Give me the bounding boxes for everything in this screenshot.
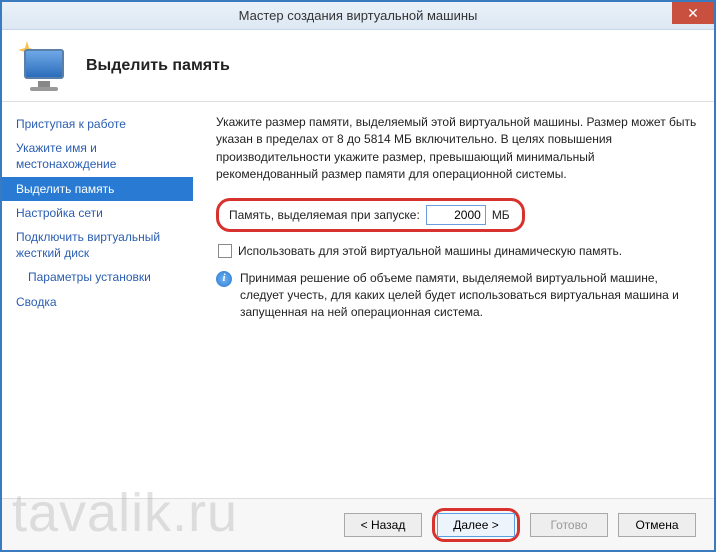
memory-input[interactable] (426, 205, 486, 225)
memory-row-highlight: Память, выделяемая при запуске: МБ (216, 198, 525, 232)
info-icon: i (216, 271, 232, 287)
dynamic-memory-row[interactable]: Использовать для этой виртуальной машины… (216, 244, 698, 258)
info-text: Принимая решение об объеме памяти, выдел… (240, 270, 698, 322)
sidebar-item-name-location[interactable]: Укажите имя и местонахождение (2, 136, 193, 176)
close-button[interactable]: ✕ (672, 2, 714, 24)
sidebar-item-assign-memory[interactable]: Выделить память (2, 177, 193, 201)
memory-unit: МБ (492, 208, 510, 222)
dynamic-memory-label: Использовать для этой виртуальной машины… (238, 244, 622, 258)
sidebar-item-installation-options[interactable]: Параметры установки (2, 265, 193, 289)
window-title: Мастер создания виртуальной машины (239, 8, 478, 23)
sidebar: Приступая к работе Укажите имя и местона… (2, 102, 194, 498)
cancel-button[interactable]: Отмена (618, 513, 696, 537)
dynamic-memory-checkbox[interactable] (218, 244, 232, 258)
next-button[interactable]: Далее > (437, 513, 515, 537)
wizard-body: Приступая к работе Укажите имя и местона… (2, 102, 714, 498)
wizard-header: Выделить память (2, 30, 714, 102)
footer: < Назад Далее > Готово Отмена (2, 498, 714, 550)
page-title: Выделить память (86, 57, 230, 75)
content-area: Укажите размер памяти, выделяемый этой в… (194, 102, 714, 498)
info-row: i Принимая решение об объеме памяти, выд… (216, 270, 698, 322)
sidebar-item-configure-networking[interactable]: Настройка сети (2, 201, 193, 225)
sidebar-item-connect-vhd[interactable]: Подключить виртуальный жесткий диск (2, 225, 193, 265)
next-button-highlight: Далее > (432, 508, 520, 542)
close-icon: ✕ (687, 6, 699, 20)
description-text: Укажите размер памяти, выделяемый этой в… (216, 114, 698, 184)
wizard-icon (16, 39, 70, 93)
sidebar-item-summary[interactable]: Сводка (2, 290, 193, 314)
titlebar: Мастер создания виртуальной машины ✕ (2, 2, 714, 30)
sidebar-item-getting-started[interactable]: Приступая к работе (2, 112, 193, 136)
finish-button: Готово (530, 513, 608, 537)
back-button[interactable]: < Назад (344, 513, 422, 537)
memory-label: Память, выделяемая при запуске: (229, 208, 420, 222)
